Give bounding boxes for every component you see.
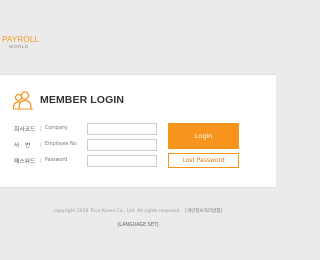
login-panel: MEMBER LOGIN 회사코드 | Company 사 번 | Employ… xyxy=(0,74,276,188)
company-field-label: 회사코드 | Company xyxy=(14,122,68,135)
app-logo[interactable]: PAYROLL WORLD xyxy=(2,36,39,50)
language-set-link[interactable]: [LANGUAGE SET] xyxy=(117,223,158,228)
page-title: MEMBER LOGIN xyxy=(40,94,125,106)
logo-sub-text: WORLD xyxy=(9,44,29,49)
label-separator: | xyxy=(40,157,42,164)
password-input[interactable] xyxy=(87,155,157,167)
logo-main-text: PAYROLL xyxy=(2,35,40,44)
footer: copyright 2018 Trico Korea Co., Ltd. All… xyxy=(0,208,276,214)
employee-no-input[interactable] xyxy=(87,139,157,151)
password-field-label: 패스워드 | Password xyxy=(14,154,67,167)
company-label-en: Company xyxy=(44,126,68,131)
employee-field-label: 사 번 | Employee No xyxy=(14,138,77,151)
employee-label-en: Employee No xyxy=(44,142,77,147)
password-label-ko: 패스워드 xyxy=(14,159,36,165)
privacy-policy-link[interactable]: [개인정보처리방침] xyxy=(185,209,222,214)
lost-password-button[interactable]: Lost Password xyxy=(168,153,239,168)
copyright-text: copyright 2018 Trico Korea Co., Ltd. All… xyxy=(53,209,181,214)
login-header: MEMBER LOGIN xyxy=(12,90,124,110)
label-separator: | xyxy=(40,125,42,132)
label-separator: | xyxy=(40,141,42,148)
company-code-input[interactable] xyxy=(87,123,157,135)
company-label-ko: 회사코드 xyxy=(14,127,36,133)
language-selector: [LANGUAGE SET] xyxy=(0,223,276,228)
login-button[interactable]: Login xyxy=(168,123,239,149)
employee-label-ko: 사 번 xyxy=(14,143,31,149)
users-icon xyxy=(12,91,33,110)
password-label-en: Password xyxy=(44,158,68,163)
